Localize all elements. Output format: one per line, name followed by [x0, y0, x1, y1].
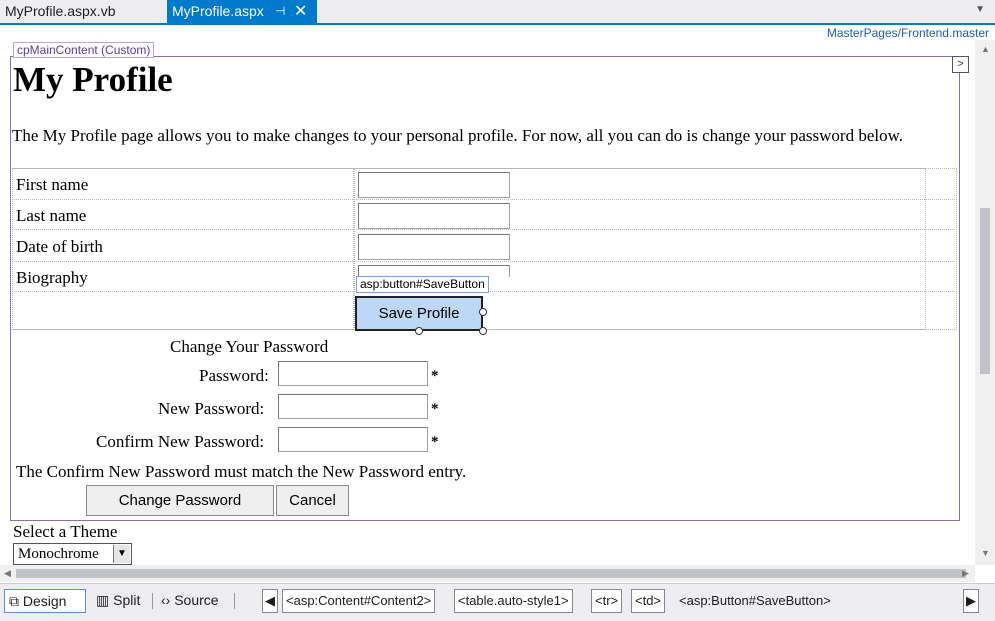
first-name-input[interactable]: [358, 172, 510, 198]
design-view-icon: ⧉: [9, 593, 19, 609]
resize-handle-bottom[interactable]: [415, 327, 423, 335]
active-tab-underline: [0, 23, 995, 25]
new-password-input[interactable]: [278, 394, 428, 419]
tab-myprofile-aspx[interactable]: MyProfile.aspx ⊣ ✕: [167, 0, 317, 23]
tab-overflow-dropdown-icon[interactable]: ▼: [975, 4, 985, 15]
smart-tag-icon[interactable]: >: [952, 56, 969, 73]
theme-selected-value: Monochrome: [18, 546, 99, 562]
vertical-scrollbar[interactable]: ▲ ▼: [975, 40, 995, 565]
breadcrumb-savebutton[interactable]: <asp:Button#SaveButton>: [675, 589, 835, 613]
save-profile-button[interactable]: Save Profile: [355, 296, 483, 331]
design-view-label: Design: [22, 593, 67, 609]
change-password-title: Change Your Password: [170, 337, 329, 356]
cancel-button[interactable]: Cancel: [276, 485, 349, 516]
divider: [152, 593, 153, 609]
split-view-button[interactable]: ▥ Split: [92, 589, 148, 613]
first-name-label: First name: [16, 175, 89, 194]
content-region-label[interactable]: cpMainContent (Custom): [13, 42, 155, 58]
chevron-down-icon: ▼: [113, 545, 130, 563]
design-view-button[interactable]: ⧉ Design: [4, 589, 86, 613]
confirm-password-required-mark: *: [431, 434, 439, 450]
scroll-right-icon[interactable]: ▶: [962, 568, 969, 579]
selected-control-tag: asp:button#SaveButton: [356, 276, 489, 293]
date-of-birth-label: Date of birth: [16, 237, 103, 256]
change-password-button[interactable]: Change Password: [86, 485, 274, 516]
vertical-scroll-thumb[interactable]: [980, 208, 990, 374]
tab-label: MyProfile.aspx: [172, 3, 264, 19]
tag-navigator-back-icon[interactable]: ◀: [262, 589, 278, 613]
document-tab-strip: MyProfile.aspx.vb MyProfile.aspx ⊣ ✕ ▼: [0, 0, 995, 24]
save-profile-button-label: Save Profile: [378, 305, 460, 322]
page-title: My Profile: [13, 60, 173, 99]
new-password-label: New Password:: [158, 399, 265, 418]
resize-handle-right[interactable]: [479, 308, 487, 316]
split-view-icon: ▥: [96, 592, 110, 608]
compare-validator-message: The Confirm New Password must match the …: [16, 462, 467, 481]
source-view-icon: ‹›: [161, 592, 171, 608]
theme-label: Select a Theme: [13, 522, 118, 541]
password-label: Password:: [199, 366, 269, 385]
theme-dropdown[interactable]: Monochrome ▼: [13, 543, 132, 565]
horizontal-scrollbar[interactable]: ◀ ▶: [0, 565, 975, 582]
change-password-button-label: Change Password: [118, 492, 242, 509]
close-icon[interactable]: ✕: [294, 0, 307, 23]
scroll-up-icon[interactable]: ▲: [981, 44, 990, 54]
divider: [234, 593, 235, 609]
scroll-down-icon[interactable]: ▼: [981, 548, 990, 558]
intro-paragraph: The My Profile page allows you to make c…: [12, 126, 904, 145]
breadcrumb-tr[interactable]: <tr>: [591, 589, 623, 613]
scroll-left-icon[interactable]: ◀: [4, 568, 11, 579]
design-surface: cpMainContent (Custom) > My Profile The …: [0, 40, 975, 565]
confirm-password-input[interactable]: [278, 427, 428, 452]
pin-icon[interactable]: ⊣: [275, 0, 285, 23]
master-page-link[interactable]: MasterPages/Frontend.master: [827, 26, 989, 40]
horizontal-scroll-thumb[interactable]: [16, 569, 966, 578]
tag-navigator-forward-icon[interactable]: ▶: [963, 589, 979, 613]
breadcrumb-td[interactable]: <td>: [631, 589, 666, 613]
new-password-required-mark: *: [431, 401, 439, 417]
breadcrumb-table[interactable]: <table.auto-style1>: [454, 589, 573, 613]
source-view-button[interactable]: ‹› Source: [157, 589, 229, 613]
password-required-mark: *: [431, 368, 439, 384]
last-name-input[interactable]: [358, 203, 510, 229]
split-view-label: Split: [113, 592, 141, 608]
confirm-password-label: Confirm New Password:: [96, 432, 265, 451]
tab-label: MyProfile.aspx.vb: [5, 3, 116, 19]
password-input[interactable]: [278, 361, 428, 386]
cancel-button-label: Cancel: [289, 492, 336, 509]
source-view-label: Source: [174, 592, 219, 608]
breadcrumb-content2[interactable]: <asp:Content#Content2>: [282, 589, 436, 613]
date-of-birth-input[interactable]: [358, 234, 510, 260]
resize-handle-corner[interactable]: [479, 327, 487, 335]
tab-myprofile-aspx-vb[interactable]: MyProfile.aspx.vb: [0, 0, 166, 23]
last-name-label: Last name: [16, 206, 87, 225]
view-and-tag-navigator-bar: ⧉ Design ▥ Split ‹› Source ◀ <asp:Conten…: [0, 583, 995, 621]
biography-label: Biography: [16, 268, 88, 287]
